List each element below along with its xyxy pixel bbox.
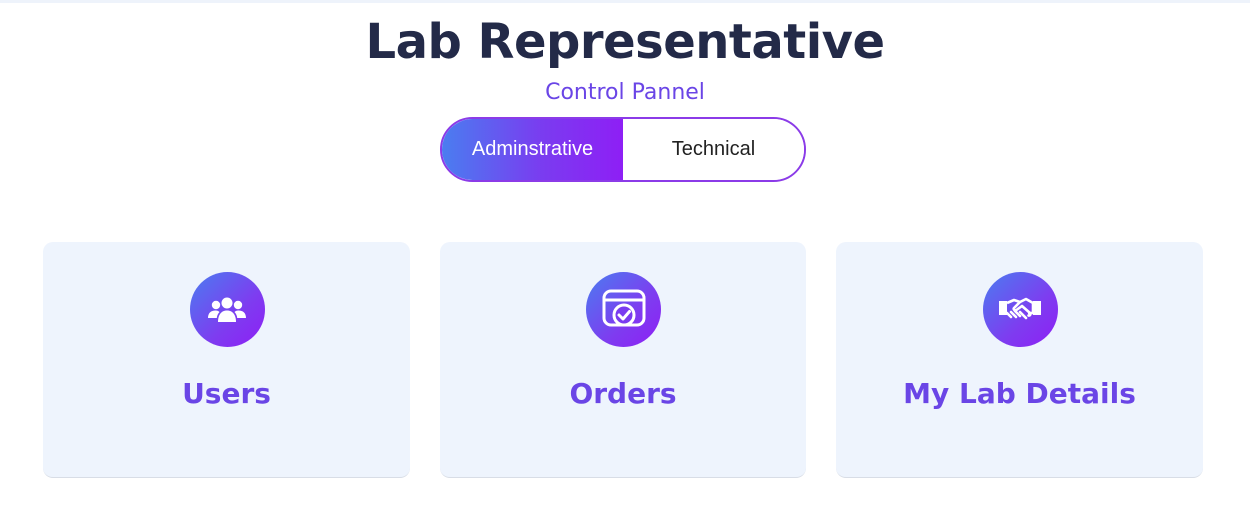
orders-label: Orders	[569, 377, 677, 410]
toggle-technical-button[interactable]: Technical	[623, 119, 804, 180]
top-divider	[0, 0, 1250, 3]
orders-card[interactable]: Orders	[440, 242, 806, 478]
users-card[interactable]: Users	[43, 242, 410, 478]
orders-check-icon	[586, 272, 661, 347]
toggle-adminstrative-button[interactable]: Adminstrative	[442, 119, 623, 180]
page-subtitle: Control Pannel	[545, 80, 705, 105]
handshake-icon	[982, 272, 1058, 347]
section-toggle: Adminstrative Technical	[440, 117, 806, 182]
users-label: Users	[182, 377, 271, 410]
users-icon	[189, 272, 265, 347]
lab-details-card[interactable]: My Lab Details	[836, 242, 1203, 478]
page-title: Lab Representative	[365, 14, 885, 70]
lab-details-label: My Lab Details	[903, 377, 1136, 410]
